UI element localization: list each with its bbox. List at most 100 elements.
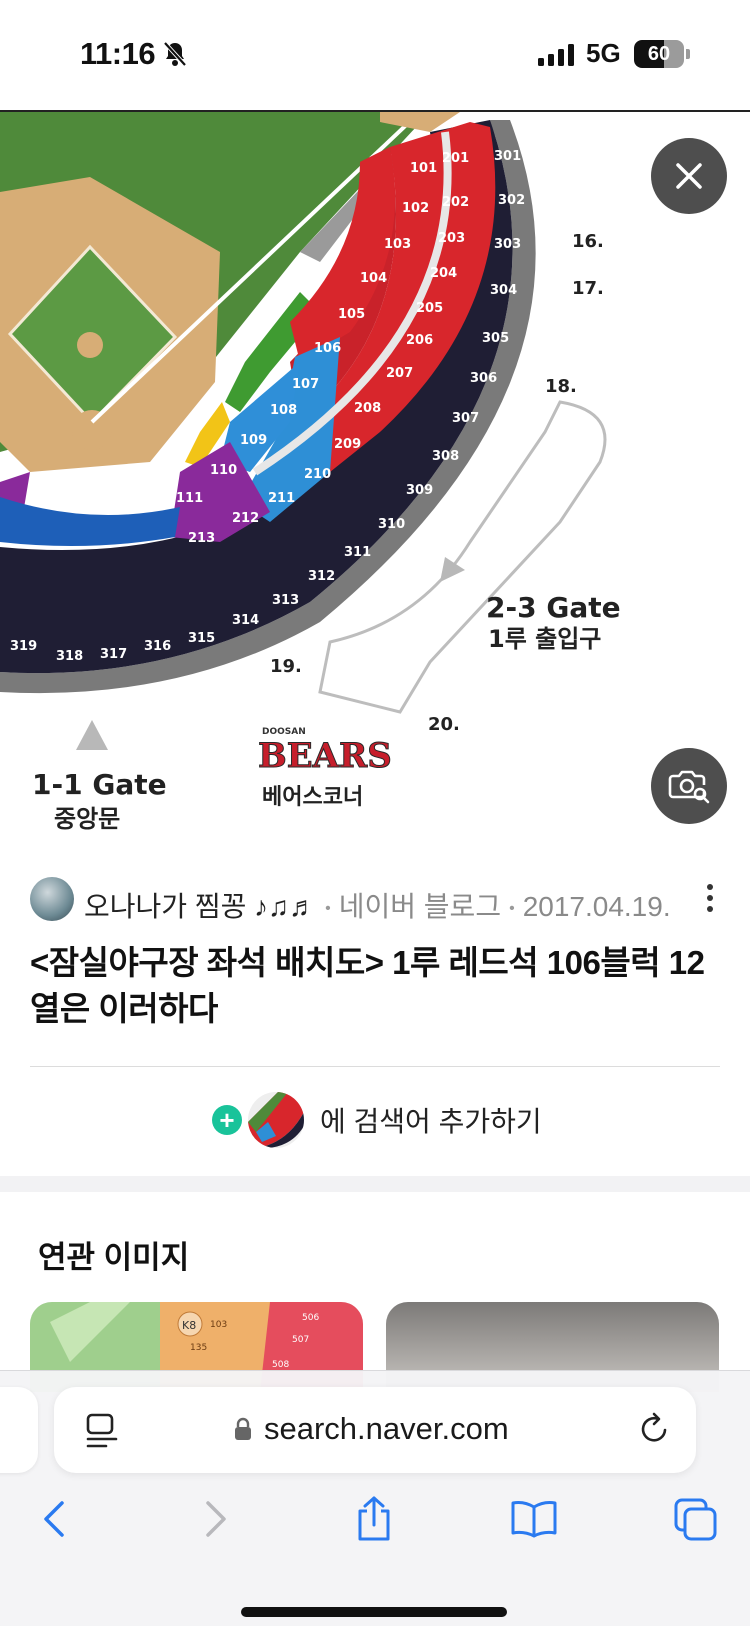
search-thumbnail — [248, 1092, 304, 1148]
bears-logo-text: BEARS — [258, 736, 392, 776]
thumb-label-508: 508 — [272, 1360, 289, 1370]
section-label: 107 — [292, 377, 319, 392]
previous-tab-preview[interactable] — [0, 1387, 38, 1473]
reload-icon[interactable] — [640, 1411, 670, 1445]
add-to-search-button[interactable]: + 에 검색어 추가하기 — [212, 1090, 542, 1150]
thumb-label-k8: K8 — [182, 1319, 196, 1332]
home-indicator — [241, 1607, 507, 1617]
marker-17: 17. — [572, 278, 604, 299]
section-label: 211 — [268, 491, 295, 506]
section-label: 305 — [482, 331, 509, 346]
gate-1-1-title: 1-1 Gate — [32, 768, 167, 801]
section-label: 302 — [498, 193, 525, 208]
address-bar[interactable]: search.naver.com — [54, 1387, 696, 1473]
section-label: 101 — [410, 161, 437, 176]
section-label: 105 — [338, 307, 365, 322]
chevron-left-icon — [44, 1501, 64, 1537]
thumb-label-103: 103 — [210, 1320, 227, 1330]
section-label: 207 — [386, 366, 413, 381]
section-label: 314 — [232, 613, 259, 628]
section-label: 103 — [384, 237, 411, 252]
section-label: 213 — [188, 531, 215, 546]
silent-bell-icon — [163, 41, 187, 67]
section-label: 210 — [304, 467, 331, 482]
section-label: 206 — [406, 333, 433, 348]
section-label: 319 — [10, 639, 37, 654]
thumb-label-506: 506 — [302, 1313, 319, 1323]
close-button[interactable] — [651, 138, 727, 214]
section-label: 317 — [100, 647, 127, 662]
section-label: 104 — [360, 271, 387, 286]
bears-corner-text: 베어스코너 — [262, 785, 363, 810]
section-label: 308 — [432, 449, 459, 464]
section-label: 313 — [272, 593, 299, 608]
thumb-label-135: 135 — [190, 1343, 207, 1353]
marker-20: 20. — [428, 714, 460, 735]
section-label: 311 — [344, 545, 371, 560]
section-label: 301 — [494, 149, 521, 164]
section-label: 310 — [378, 517, 405, 532]
url-text[interactable]: search.naver.com — [264, 1411, 509, 1447]
section-label: 106 — [314, 341, 341, 356]
section-label: 208 — [354, 401, 381, 416]
section-label: 304 — [490, 283, 517, 298]
section-label: 111 — [176, 491, 203, 506]
post-title[interactable]: <잠실야구장 좌석 배치도> 1루 레드석 106블럭 12열은 이러하다 — [30, 940, 720, 1032]
gate-2-3-sub: 1루 출입구 — [488, 625, 601, 653]
tabs-icon — [674, 1498, 717, 1541]
section-label: 109 — [240, 433, 267, 448]
post-meta: 오나나가 찜꽁 ♪♫♬ • 네이버 블로그 • 2017.04.19. — [30, 877, 720, 923]
author-name[interactable]: 오나나가 찜꽁 ♪♫♬ — [84, 891, 317, 922]
section-label: 212 — [232, 511, 259, 526]
forward-button[interactable] — [186, 1489, 246, 1549]
section-label: 204 — [430, 266, 457, 281]
marker-16: 16. — [572, 231, 604, 252]
share-icon — [358, 1496, 390, 1541]
section-label: 312 — [308, 569, 335, 584]
vertical-dots-icon — [700, 884, 720, 912]
seat-map-drawing: 16. 17. 18. 19. 20. 1-1 Gate 중앙문 2-3 Gat… — [0, 112, 621, 833]
browser-toolbar: search.naver.com — [0, 1370, 750, 1626]
section-label: 306 — [470, 371, 497, 386]
image-search-button[interactable] — [651, 748, 727, 824]
more-options-button[interactable] — [700, 881, 720, 917]
thumb-label-507: 507 — [292, 1335, 309, 1345]
chevron-right-icon — [206, 1501, 226, 1537]
section-label: 110 — [210, 463, 237, 478]
gate-1-1-sub: 중앙문 — [54, 805, 120, 833]
section-label: 307 — [452, 411, 479, 426]
section-label: 309 — [406, 483, 433, 498]
section-label: 201 — [442, 151, 469, 166]
tabs-button[interactable] — [666, 1489, 726, 1549]
stadium-seat-map-image[interactable]: 16. 17. 18. 19. 20. 1-1 Gate 중앙문 2-3 Gat… — [0, 110, 750, 845]
page-menu-icon[interactable] — [86, 1413, 118, 1449]
section-label: 205 — [416, 301, 443, 316]
back-button[interactable] — [24, 1489, 84, 1549]
section-label: 202 — [442, 195, 469, 210]
bookmarks-button[interactable] — [504, 1489, 564, 1549]
marker-18: 18. — [545, 376, 577, 397]
plus-icon: + — [212, 1105, 242, 1135]
section-label: 303 — [494, 237, 521, 252]
status-time: 11:16 — [80, 36, 156, 71]
section-label: 102 — [402, 201, 429, 216]
section-label: 108 — [270, 403, 297, 418]
section-label: 318 — [56, 649, 83, 664]
marker-19: 19. — [270, 656, 302, 677]
cellular-signal-icon — [538, 44, 574, 66]
author-avatar[interactable] — [30, 877, 74, 921]
section-label: 315 — [188, 631, 215, 646]
section-label: 203 — [438, 231, 465, 246]
image-search-icon — [668, 770, 710, 804]
section-separator — [0, 1176, 750, 1192]
book-icon — [511, 1501, 557, 1538]
network-type: 5G — [586, 38, 621, 68]
status-bar: 11:16 5G 60 — [0, 0, 750, 110]
section-label: 209 — [334, 437, 361, 452]
battery-level: 60 — [647, 43, 671, 65]
close-icon — [676, 163, 702, 189]
add-search-label: 에 검색어 추가하기 — [320, 1106, 542, 1137]
lock-icon — [235, 1417, 251, 1440]
post-source[interactable]: 네이버 블로그 — [339, 891, 501, 922]
share-button[interactable] — [344, 1489, 404, 1549]
